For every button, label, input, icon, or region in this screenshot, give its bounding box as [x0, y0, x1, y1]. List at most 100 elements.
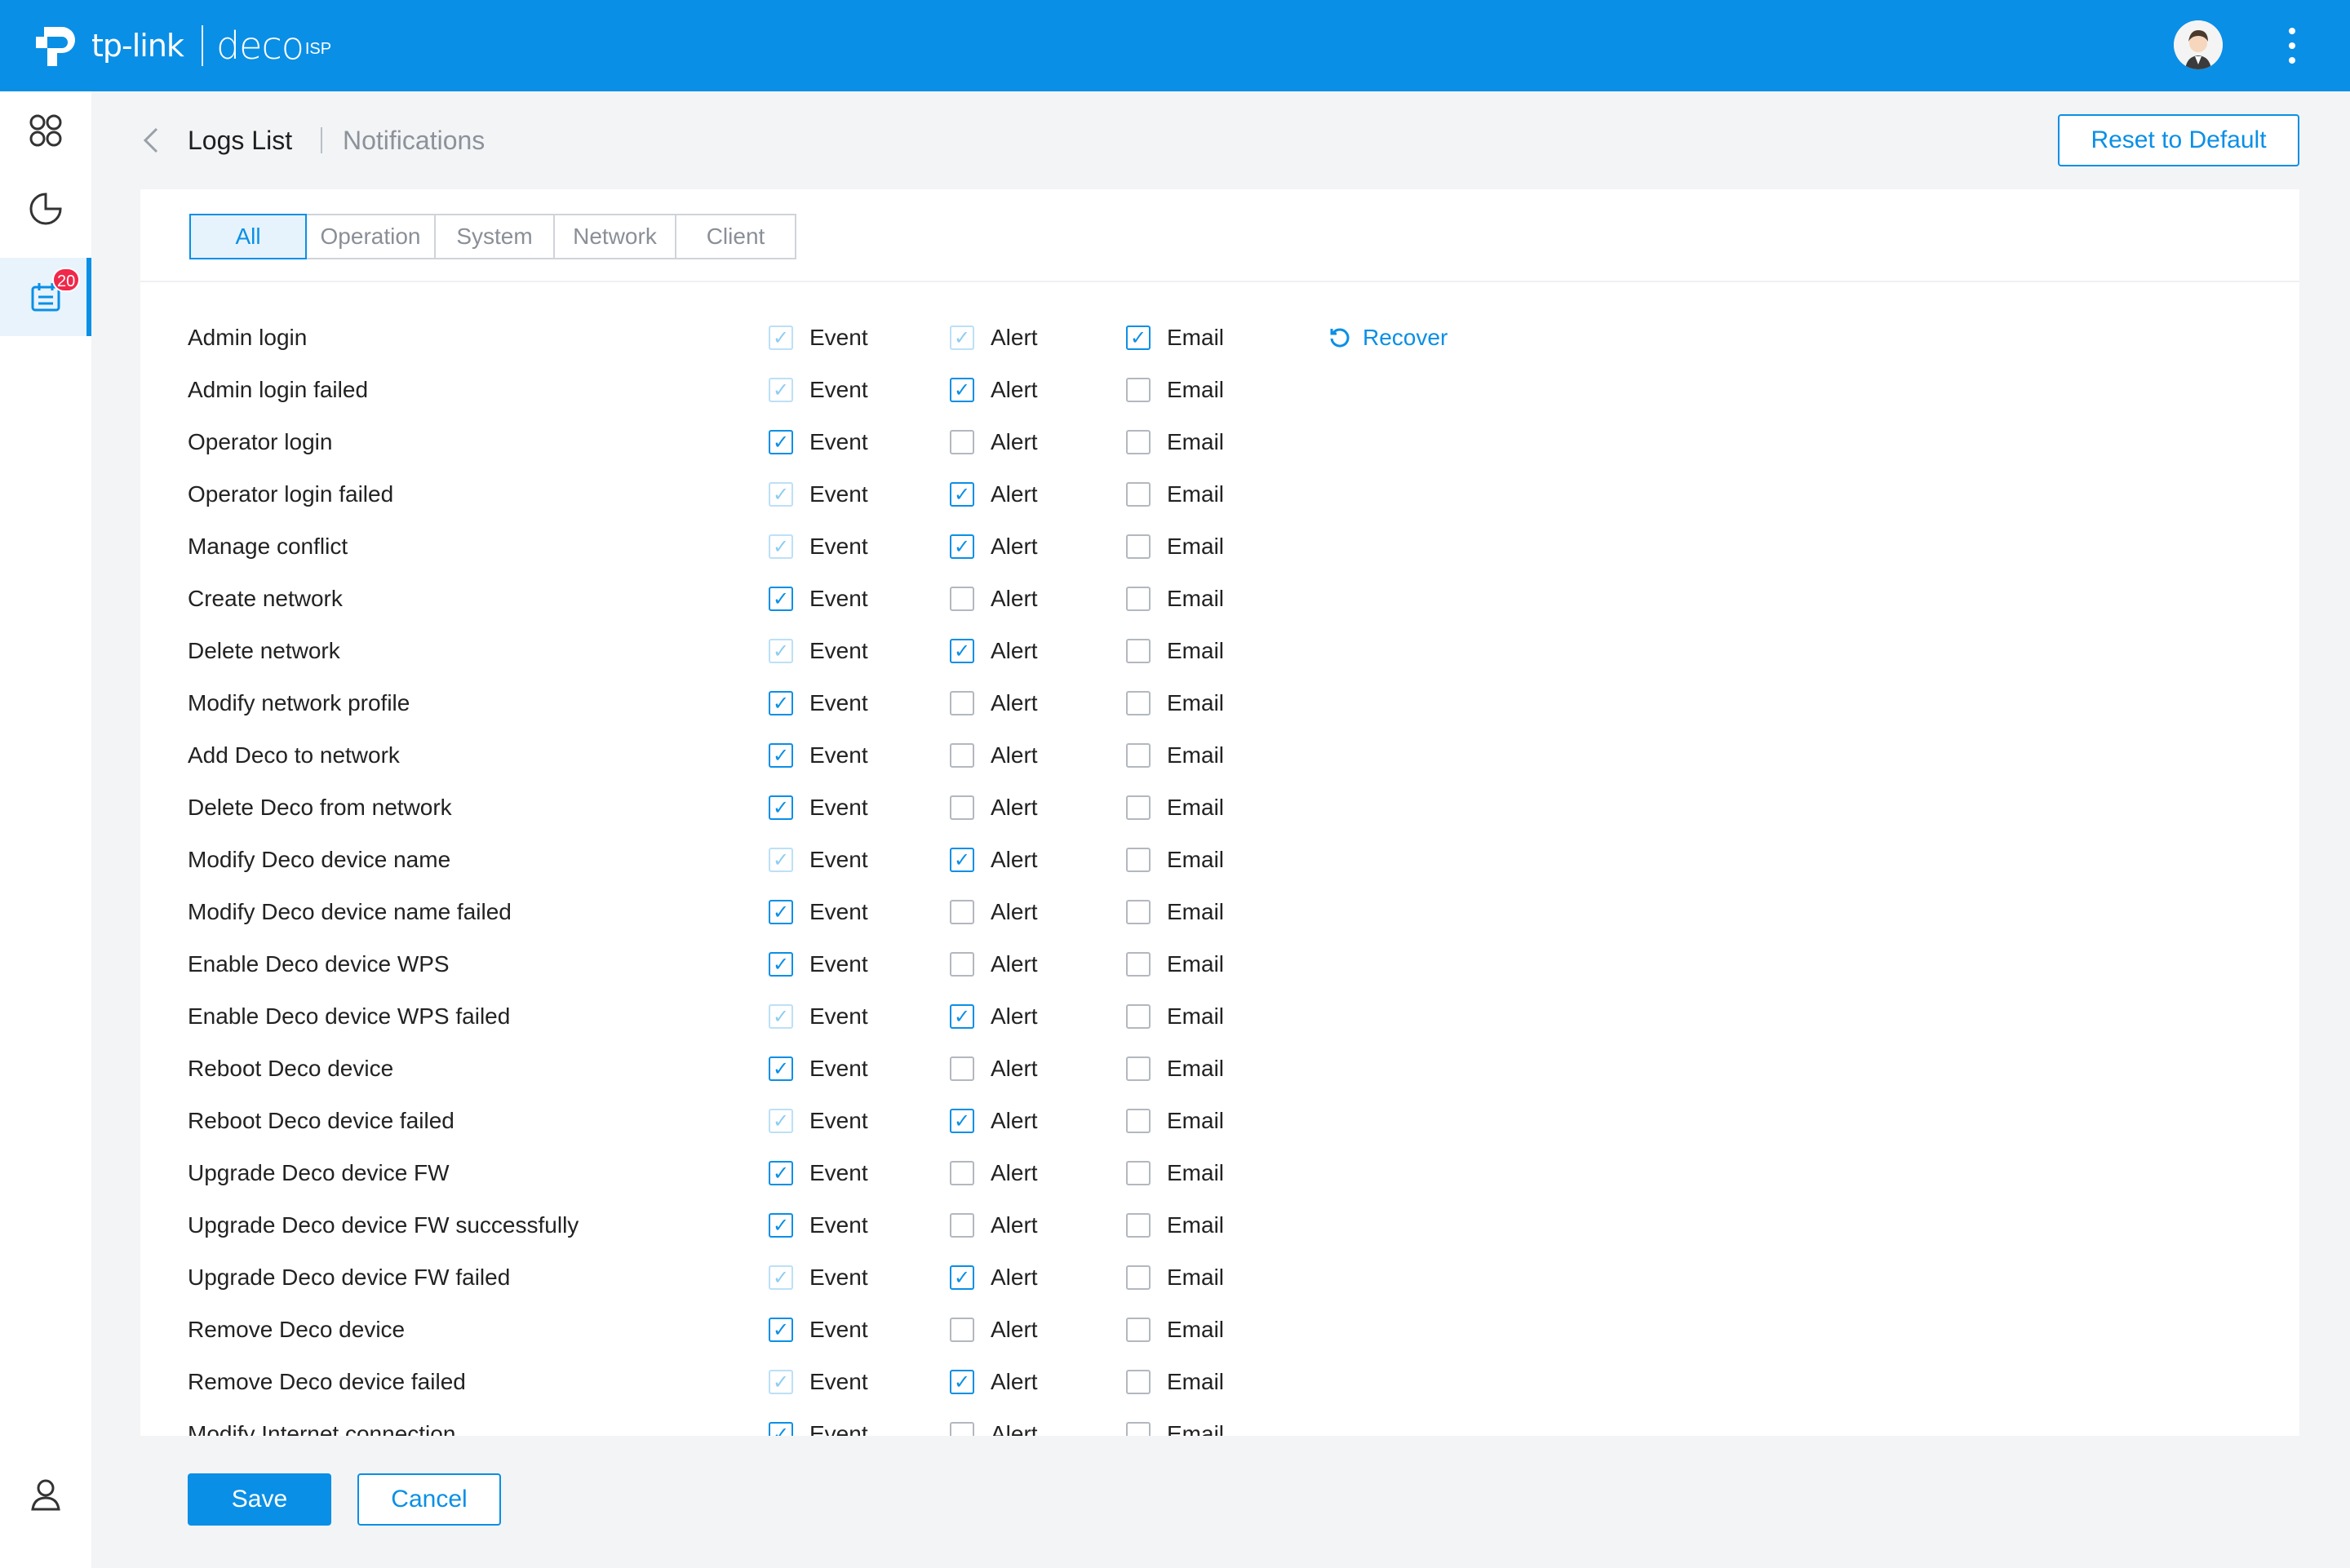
alert-option[interactable]: Alert	[950, 782, 1038, 834]
alert-option[interactable]: Alert	[950, 938, 1038, 990]
event-checkbox[interactable]	[769, 1161, 793, 1185]
alert-option[interactable]: Alert	[950, 677, 1038, 729]
email-checkbox[interactable]	[1126, 1422, 1151, 1436]
email-option[interactable]: Email	[1126, 990, 1224, 1043]
alert-checkbox[interactable]	[950, 795, 974, 820]
email-checkbox[interactable]	[1126, 848, 1151, 872]
recover-link[interactable]: Recover	[1328, 312, 1448, 364]
alert-checkbox[interactable]	[950, 1109, 974, 1133]
event-option[interactable]: Event	[769, 1095, 868, 1147]
event-option[interactable]: Event	[769, 625, 868, 677]
alert-checkbox[interactable]	[950, 952, 974, 977]
event-option[interactable]: Event	[769, 364, 868, 416]
tab-all[interactable]: All	[189, 214, 307, 259]
email-option[interactable]: Email	[1126, 834, 1224, 886]
alert-option[interactable]: Alert	[950, 364, 1038, 416]
email-checkbox[interactable]	[1126, 1213, 1151, 1238]
alert-checkbox[interactable]	[950, 1004, 974, 1029]
event-option[interactable]: Event	[769, 573, 868, 625]
email-option[interactable]: Email	[1126, 1199, 1224, 1251]
event-option[interactable]: Event	[769, 468, 868, 520]
event-checkbox[interactable]	[769, 430, 793, 454]
email-checkbox[interactable]	[1126, 1056, 1151, 1081]
alert-checkbox[interactable]	[950, 1161, 974, 1185]
email-checkbox[interactable]	[1126, 482, 1151, 507]
alert-option[interactable]: Alert	[950, 990, 1038, 1043]
event-option[interactable]: Event	[769, 886, 868, 938]
event-option[interactable]: Event	[769, 1147, 868, 1199]
event-option[interactable]: Event	[769, 1408, 868, 1436]
email-option[interactable]: Email	[1126, 625, 1224, 677]
email-option[interactable]: Email	[1126, 364, 1224, 416]
event-checkbox[interactable]	[769, 1056, 793, 1081]
sidebar-item-logs[interactable]: 20	[0, 258, 91, 336]
email-checkbox[interactable]	[1126, 1370, 1151, 1394]
alert-option[interactable]: Alert	[950, 834, 1038, 886]
alert-option[interactable]: Alert	[950, 312, 1038, 364]
sidebar-item-account[interactable]	[0, 1455, 91, 1534]
email-option[interactable]: Email	[1126, 729, 1224, 782]
email-checkbox[interactable]	[1126, 1161, 1151, 1185]
email-option[interactable]: Email	[1126, 1251, 1224, 1304]
email-checkbox[interactable]	[1126, 430, 1151, 454]
alert-checkbox[interactable]	[950, 1265, 974, 1290]
event-checkbox[interactable]	[769, 691, 793, 715]
email-option[interactable]: Email	[1126, 520, 1224, 573]
event-option[interactable]: Event	[769, 1251, 868, 1304]
page-subtitle[interactable]: Notifications	[343, 124, 485, 157]
email-option[interactable]: Email	[1126, 1408, 1224, 1436]
alert-checkbox[interactable]	[950, 587, 974, 611]
event-checkbox[interactable]	[769, 743, 793, 768]
email-option[interactable]: Email	[1126, 1356, 1224, 1408]
alert-checkbox[interactable]	[950, 1318, 974, 1342]
event-option[interactable]: Event	[769, 520, 868, 573]
alert-option[interactable]: Alert	[950, 1095, 1038, 1147]
tab-client[interactable]: Client	[675, 214, 796, 259]
brand-logo[interactable]: tp-link deco ISP	[33, 19, 331, 73]
email-checkbox[interactable]	[1126, 587, 1151, 611]
email-option[interactable]: Email	[1126, 468, 1224, 520]
reset-to-default-button[interactable]: Reset to Default	[2058, 114, 2299, 166]
event-option[interactable]: Event	[769, 834, 868, 886]
alert-option[interactable]: Alert	[950, 520, 1038, 573]
save-button[interactable]: Save	[188, 1473, 331, 1526]
alert-option[interactable]: Alert	[950, 729, 1038, 782]
alert-option[interactable]: Alert	[950, 1199, 1038, 1251]
alert-option[interactable]: Alert	[950, 1251, 1038, 1304]
alert-checkbox[interactable]	[950, 430, 974, 454]
alert-option[interactable]: Alert	[950, 573, 1038, 625]
event-option[interactable]: Event	[769, 1356, 868, 1408]
email-checkbox[interactable]	[1126, 326, 1151, 350]
event-checkbox[interactable]	[769, 587, 793, 611]
event-option[interactable]: Event	[769, 729, 868, 782]
event-option[interactable]: Event	[769, 1199, 868, 1251]
event-checkbox[interactable]	[769, 1422, 793, 1436]
alert-option[interactable]: Alert	[950, 625, 1038, 677]
event-option[interactable]: Event	[769, 990, 868, 1043]
alert-option[interactable]: Alert	[950, 886, 1038, 938]
sidebar-item-dashboard[interactable]	[0, 91, 91, 170]
cancel-button[interactable]: Cancel	[357, 1473, 501, 1526]
email-checkbox[interactable]	[1126, 378, 1151, 402]
email-option[interactable]: Email	[1126, 886, 1224, 938]
email-checkbox[interactable]	[1126, 639, 1151, 663]
email-option[interactable]: Email	[1126, 1304, 1224, 1356]
sidebar-item-statistics[interactable]	[0, 170, 91, 248]
email-checkbox[interactable]	[1126, 534, 1151, 559]
email-option[interactable]: Email	[1126, 573, 1224, 625]
alert-option[interactable]: Alert	[950, 468, 1038, 520]
event-option[interactable]: Event	[769, 938, 868, 990]
email-option[interactable]: Email	[1126, 938, 1224, 990]
tab-network[interactable]: Network	[553, 214, 676, 259]
event-checkbox[interactable]	[769, 1213, 793, 1238]
alert-checkbox[interactable]	[950, 639, 974, 663]
alert-checkbox[interactable]	[950, 534, 974, 559]
email-option[interactable]: Email	[1126, 1095, 1224, 1147]
alert-option[interactable]: Alert	[950, 1147, 1038, 1199]
email-checkbox[interactable]	[1126, 691, 1151, 715]
event-option[interactable]: Event	[769, 1043, 868, 1095]
email-checkbox[interactable]	[1126, 900, 1151, 924]
alert-option[interactable]: Alert	[950, 1408, 1038, 1436]
email-checkbox[interactable]	[1126, 795, 1151, 820]
email-option[interactable]: Email	[1126, 416, 1224, 468]
